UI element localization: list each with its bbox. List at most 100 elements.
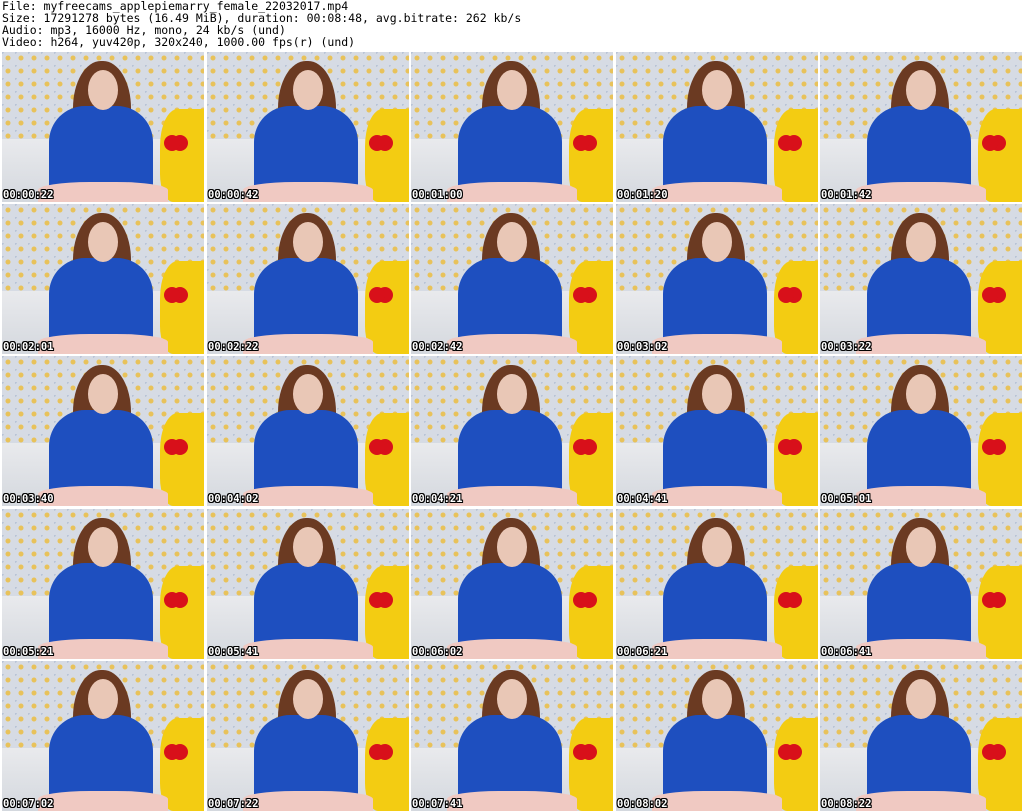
timestamp-label: 00:06:21 <box>617 646 668 658</box>
red-heart-pillow <box>777 743 794 760</box>
red-heart-pillow <box>163 286 180 303</box>
thumbnail-frame: 00:01:20 <box>616 52 818 202</box>
legs-shape <box>856 639 986 659</box>
red-heart-pillow <box>777 286 794 303</box>
red-heart-pillow <box>572 438 589 455</box>
face-shape <box>293 679 323 719</box>
thumbnail-frame: 00:07:02 <box>2 661 204 811</box>
red-heart-pillow <box>572 743 589 760</box>
legs-shape <box>447 182 577 202</box>
thumbnail-frame: 00:03:40 <box>2 356 204 506</box>
red-heart-pillow <box>981 591 998 608</box>
timestamp-label: 00:03:02 <box>617 341 668 353</box>
thumbnail-frame: 00:06:41 <box>820 509 1022 659</box>
timestamp-label: 00:01:00 <box>412 189 463 201</box>
timestamp-label: 00:04:41 <box>617 493 668 505</box>
legs-shape <box>243 334 373 354</box>
face-shape <box>88 679 118 719</box>
face-shape <box>497 527 527 567</box>
legs-shape <box>856 791 986 811</box>
face-shape <box>906 679 936 719</box>
legs-shape <box>856 334 986 354</box>
red-heart-pillow <box>777 438 794 455</box>
thumbnail-frame: 00:01:42 <box>820 52 1022 202</box>
face-shape <box>906 527 936 567</box>
timestamp-label: 00:05:01 <box>821 493 872 505</box>
timestamp-label: 00:07:41 <box>412 798 463 810</box>
timestamp-label: 00:01:42 <box>821 189 872 201</box>
thumbnail-frame: 00:03:02 <box>616 204 818 354</box>
red-heart-pillow <box>163 134 180 151</box>
face-shape <box>88 70 118 110</box>
face-shape <box>293 374 323 414</box>
timestamp-label: 00:07:02 <box>3 798 54 810</box>
legs-shape <box>38 182 168 202</box>
timestamp-label: 00:00:42 <box>208 189 259 201</box>
timestamp-label: 00:01:20 <box>617 189 668 201</box>
thumbnail-frame: 00:03:22 <box>820 204 1022 354</box>
thumbnail-frame: 00:05:01 <box>820 356 1022 506</box>
red-heart-pillow <box>981 286 998 303</box>
thumbnail-frame: 00:04:41 <box>616 356 818 506</box>
red-heart-pillow <box>368 134 385 151</box>
timestamp-label: 00:06:02 <box>412 646 463 658</box>
face-shape <box>702 679 732 719</box>
red-heart-pillow <box>777 591 794 608</box>
legs-shape <box>652 486 782 506</box>
video-info-line: Video: h264, yuv420p, 320x240, 1000.00 f… <box>2 35 356 49</box>
red-heart-pillow <box>368 286 385 303</box>
face-shape <box>906 70 936 110</box>
face-shape <box>88 527 118 567</box>
face-shape <box>906 222 936 262</box>
legs-shape <box>652 182 782 202</box>
red-heart-pillow <box>163 743 180 760</box>
legs-shape <box>243 486 373 506</box>
legs-shape <box>447 639 577 659</box>
legs-shape <box>856 486 986 506</box>
face-shape <box>293 222 323 262</box>
legs-shape <box>447 334 577 354</box>
timestamp-label: 00:02:22 <box>208 341 259 353</box>
face-shape <box>497 222 527 262</box>
timestamp-label: 00:03:40 <box>3 493 54 505</box>
thumbnail-frame: 00:02:01 <box>2 204 204 354</box>
red-heart-pillow <box>572 591 589 608</box>
legs-shape <box>652 334 782 354</box>
face-shape <box>293 527 323 567</box>
legs-shape <box>243 639 373 659</box>
timestamp-label: 00:00:22 <box>3 189 54 201</box>
red-heart-pillow <box>981 743 998 760</box>
timestamp-label: 00:08:02 <box>617 798 668 810</box>
face-shape <box>497 70 527 110</box>
face-shape <box>88 374 118 414</box>
red-heart-pillow <box>981 134 998 151</box>
video-info-header: File: myfreecams_applepiemarry_female_22… <box>2 0 1022 48</box>
face-shape <box>88 222 118 262</box>
red-heart-pillow <box>163 591 180 608</box>
timestamp-label: 00:06:41 <box>821 646 872 658</box>
legs-shape <box>447 791 577 811</box>
thumbnail-frame: 00:02:22 <box>207 204 409 354</box>
thumbnail-frame: 00:05:41 <box>207 509 409 659</box>
thumbnail-frame: 00:08:22 <box>820 661 1022 811</box>
legs-shape <box>652 791 782 811</box>
red-heart-pillow <box>368 438 385 455</box>
timestamp-label: 00:08:22 <box>821 798 872 810</box>
thumbnail-frame: 00:01:00 <box>411 52 613 202</box>
red-heart-pillow <box>777 134 794 151</box>
face-shape <box>702 527 732 567</box>
face-shape <box>702 222 732 262</box>
timestamp-label: 00:03:22 <box>821 341 872 353</box>
legs-shape <box>652 639 782 659</box>
face-shape <box>702 374 732 414</box>
timestamp-label: 00:05:41 <box>208 646 259 658</box>
red-heart-pillow <box>572 134 589 151</box>
red-heart-pillow <box>368 591 385 608</box>
thumbnail-frame: 00:06:02 <box>411 509 613 659</box>
thumbnail-frame: 00:00:42 <box>207 52 409 202</box>
thumbnail-frame: 00:07:41 <box>411 661 613 811</box>
red-heart-pillow <box>572 286 589 303</box>
red-heart-pillow <box>163 438 180 455</box>
legs-shape <box>38 486 168 506</box>
thumbnail-frame: 00:07:22 <box>207 661 409 811</box>
